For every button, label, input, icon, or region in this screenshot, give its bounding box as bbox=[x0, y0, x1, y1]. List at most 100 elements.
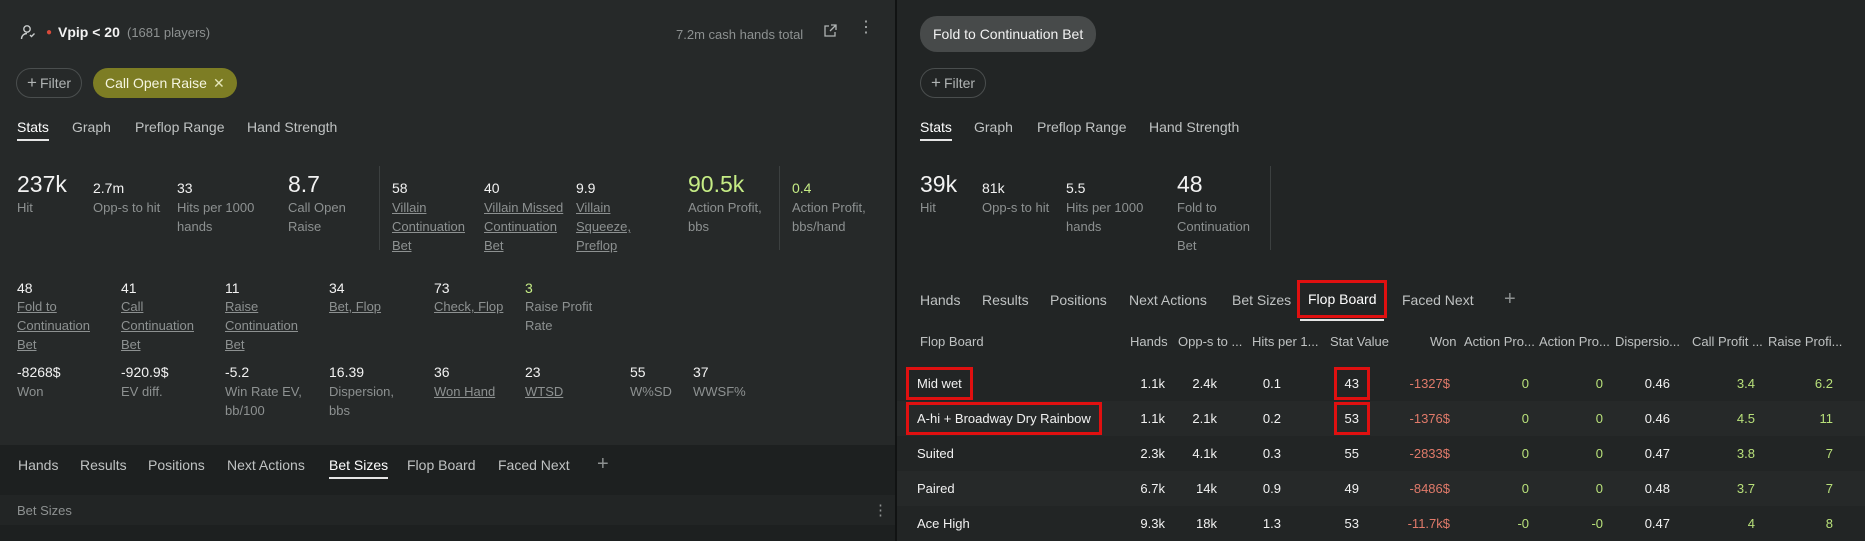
table-cell: 0.47 bbox=[1644, 516, 1670, 531]
flop-board-cell: Mid wet bbox=[906, 367, 973, 400]
column-header[interactable]: Action Pro... bbox=[1539, 334, 1610, 349]
stat-link[interactable]: WTSD bbox=[525, 382, 563, 401]
column-header[interactable]: Action Pro... bbox=[1464, 334, 1535, 349]
more-menu-icon[interactable]: ⋮ bbox=[873, 501, 888, 519]
column-header[interactable]: Flop Board bbox=[920, 334, 984, 349]
stat-value: 33 bbox=[177, 180, 193, 196]
more-menu-icon[interactable]: ⋮ bbox=[858, 20, 874, 36]
stat-value: 73 bbox=[434, 280, 450, 296]
stat-link[interactable]: Check, Flop bbox=[434, 297, 503, 316]
column-header[interactable]: Dispersio... bbox=[1615, 334, 1680, 349]
tab-hand-strength[interactable]: Hand Strength bbox=[1149, 119, 1239, 135]
subtab-hands[interactable]: Hands bbox=[18, 457, 58, 473]
column-header[interactable]: Call Profit ... bbox=[1692, 334, 1763, 349]
table-cell: 0 bbox=[1595, 446, 1603, 461]
status-dot-icon: ● bbox=[46, 27, 53, 38]
add-tab-icon[interactable]: + bbox=[597, 453, 609, 476]
table-cell: 14k bbox=[1196, 481, 1217, 496]
table-cell: 0.1 bbox=[1262, 376, 1281, 391]
stat-value: 23 bbox=[525, 364, 541, 380]
subtab-faced-next[interactable]: Faced Next bbox=[1402, 292, 1474, 308]
right-panel: Fold to Continuation Bet + Filter Stats G… bbox=[897, 0, 1865, 541]
tab-preflop-range[interactable]: Preflop Range bbox=[135, 119, 225, 135]
tab-hand-strength[interactable]: Hand Strength bbox=[247, 119, 337, 135]
group-title[interactable]: Vpip < 20 bbox=[58, 24, 120, 40]
subtab-next-actions[interactable]: Next Actions bbox=[1129, 292, 1207, 308]
stat-link[interactable]: Bet, Flop bbox=[329, 297, 381, 316]
stat-chip-fold-to-cbet[interactable]: Fold to Continuation Bet bbox=[920, 16, 1097, 52]
stat-value: 90.5k bbox=[688, 171, 745, 197]
column-header[interactable]: Stat Value bbox=[1330, 334, 1389, 349]
bet-sizes-header: Bet Sizes ⋮ bbox=[0, 495, 895, 525]
subtab-hands[interactable]: Hands bbox=[920, 292, 960, 308]
table-row[interactable]: Suited 2.3k 4.1k 0.3 55 -2833$ 0 0 0.47 3.8 7 bbox=[897, 436, 1865, 471]
stat-value: 2.7m bbox=[93, 180, 125, 196]
stat-value: 48 bbox=[1177, 171, 1203, 197]
subtab-faced-next[interactable]: Faced Next bbox=[498, 457, 570, 473]
table-row[interactable]: Paired 6.7k 14k 0.9 49 -8486$ 0 0 0.48 3.7 7 bbox=[897, 471, 1865, 506]
stat-value: 9.9 bbox=[576, 180, 596, 196]
table-cell: 1.3 bbox=[1262, 516, 1281, 531]
subtab-results[interactable]: Results bbox=[982, 292, 1029, 308]
stat-label: Hits per 1000 hands bbox=[177, 200, 255, 234]
close-icon[interactable]: ✕ bbox=[213, 75, 225, 91]
tab-stats[interactable]: Stats bbox=[17, 119, 49, 141]
column-header[interactable]: Raise Profi... bbox=[1768, 334, 1842, 349]
table-cell: 9.3k bbox=[1140, 516, 1165, 531]
subtab-bar: Hands Results Positions Next Actions Bet… bbox=[0, 445, 895, 541]
table-cell: 0 bbox=[1521, 481, 1529, 496]
table-cell: 2.1k bbox=[1192, 411, 1217, 426]
stat-link[interactable]: Villain Squeeze, Preflop bbox=[576, 198, 642, 255]
table-cell: 0.9 bbox=[1262, 481, 1281, 496]
table-cell: -11.7k$ bbox=[1407, 516, 1450, 531]
filter-button[interactable]: + Filter bbox=[16, 68, 83, 98]
table-cell: 0.47 bbox=[1644, 446, 1670, 461]
table-row[interactable]: A-hi + Broadway Dry Rainbow 1.1k 2.1k 0.2 53… bbox=[897, 401, 1865, 436]
table-cell: 0 bbox=[1595, 481, 1603, 496]
subtab-next-actions[interactable]: Next Actions bbox=[227, 457, 305, 473]
table-row[interactable]: Mid wet 1.1k 2.4k 0.1 43 -1327$ 0 0 0.46 3.4 6.2 bbox=[897, 366, 1865, 401]
filter-chip-call-open-raise[interactable]: Call Open Raise ✕ bbox=[93, 68, 237, 98]
stat-value: 5.5 bbox=[1066, 180, 1086, 196]
subtab-positions[interactable]: Positions bbox=[1050, 292, 1107, 308]
divider bbox=[779, 166, 780, 250]
table-cell: 1.1k bbox=[1140, 411, 1165, 426]
stat-value: 36 bbox=[434, 364, 450, 380]
stat-link[interactable]: Villain Continuation Bet bbox=[392, 198, 476, 255]
subtab-results[interactable]: Results bbox=[80, 457, 127, 473]
tab-graph[interactable]: Graph bbox=[72, 119, 111, 135]
table-cell: -8486$ bbox=[1409, 481, 1450, 496]
user-icon[interactable] bbox=[20, 24, 36, 44]
stat-link[interactable]: Call Continuation Bet bbox=[121, 297, 207, 354]
table-cell: 3.8 bbox=[1736, 446, 1755, 461]
stat-link[interactable]: Fold to Continuation Bet bbox=[17, 297, 107, 354]
filter-chip-label: Call Open Raise bbox=[105, 75, 207, 91]
subtab-flop-board[interactable]: Flop Board bbox=[407, 457, 475, 473]
tab-graph[interactable]: Graph bbox=[974, 119, 1013, 135]
subtab-bet-sizes[interactable]: Bet Sizes bbox=[1232, 292, 1291, 308]
table-cell: 0 bbox=[1521, 446, 1529, 461]
stat-label: Raise Profit Rate bbox=[525, 299, 593, 333]
stat-link[interactable]: Raise Continuation Bet bbox=[225, 297, 311, 354]
column-header[interactable]: Hands bbox=[1130, 334, 1168, 349]
add-tab-icon[interactable]: + bbox=[1504, 288, 1516, 311]
stat-label: Dispersion, bbs bbox=[329, 384, 395, 418]
column-header[interactable]: Won bbox=[1430, 334, 1457, 349]
table-row[interactable]: Ace High 9.3k 18k 1.3 53 -11.7k$ -0 -0 0.47 4 8 bbox=[897, 506, 1865, 541]
external-link-icon[interactable] bbox=[823, 24, 837, 42]
table-cell: 0.48 bbox=[1644, 481, 1670, 496]
subtab-bet-sizes[interactable]: Bet Sizes bbox=[329, 457, 389, 479]
tab-preflop-range[interactable]: Preflop Range bbox=[1037, 119, 1127, 135]
column-header[interactable]: Opp-s to ... bbox=[1178, 334, 1242, 349]
tab-stats[interactable]: Stats bbox=[920, 119, 952, 141]
subtab-flop-board[interactable]: Flop Board bbox=[1296, 280, 1388, 321]
column-header[interactable]: Hits per 1... bbox=[1252, 334, 1318, 349]
filter-button[interactable]: + Filter bbox=[920, 68, 987, 98]
stat-link[interactable]: Villain Missed Continuation Bet bbox=[484, 198, 572, 255]
subtab-positions[interactable]: Positions bbox=[148, 457, 205, 473]
table-cell: 0.46 bbox=[1644, 376, 1670, 391]
stat-link[interactable]: Won Hand bbox=[434, 382, 495, 401]
table-cell: -2833$ bbox=[1409, 446, 1450, 461]
stat-value: 37 bbox=[693, 364, 709, 380]
table-cell: 4.5 bbox=[1736, 411, 1755, 426]
